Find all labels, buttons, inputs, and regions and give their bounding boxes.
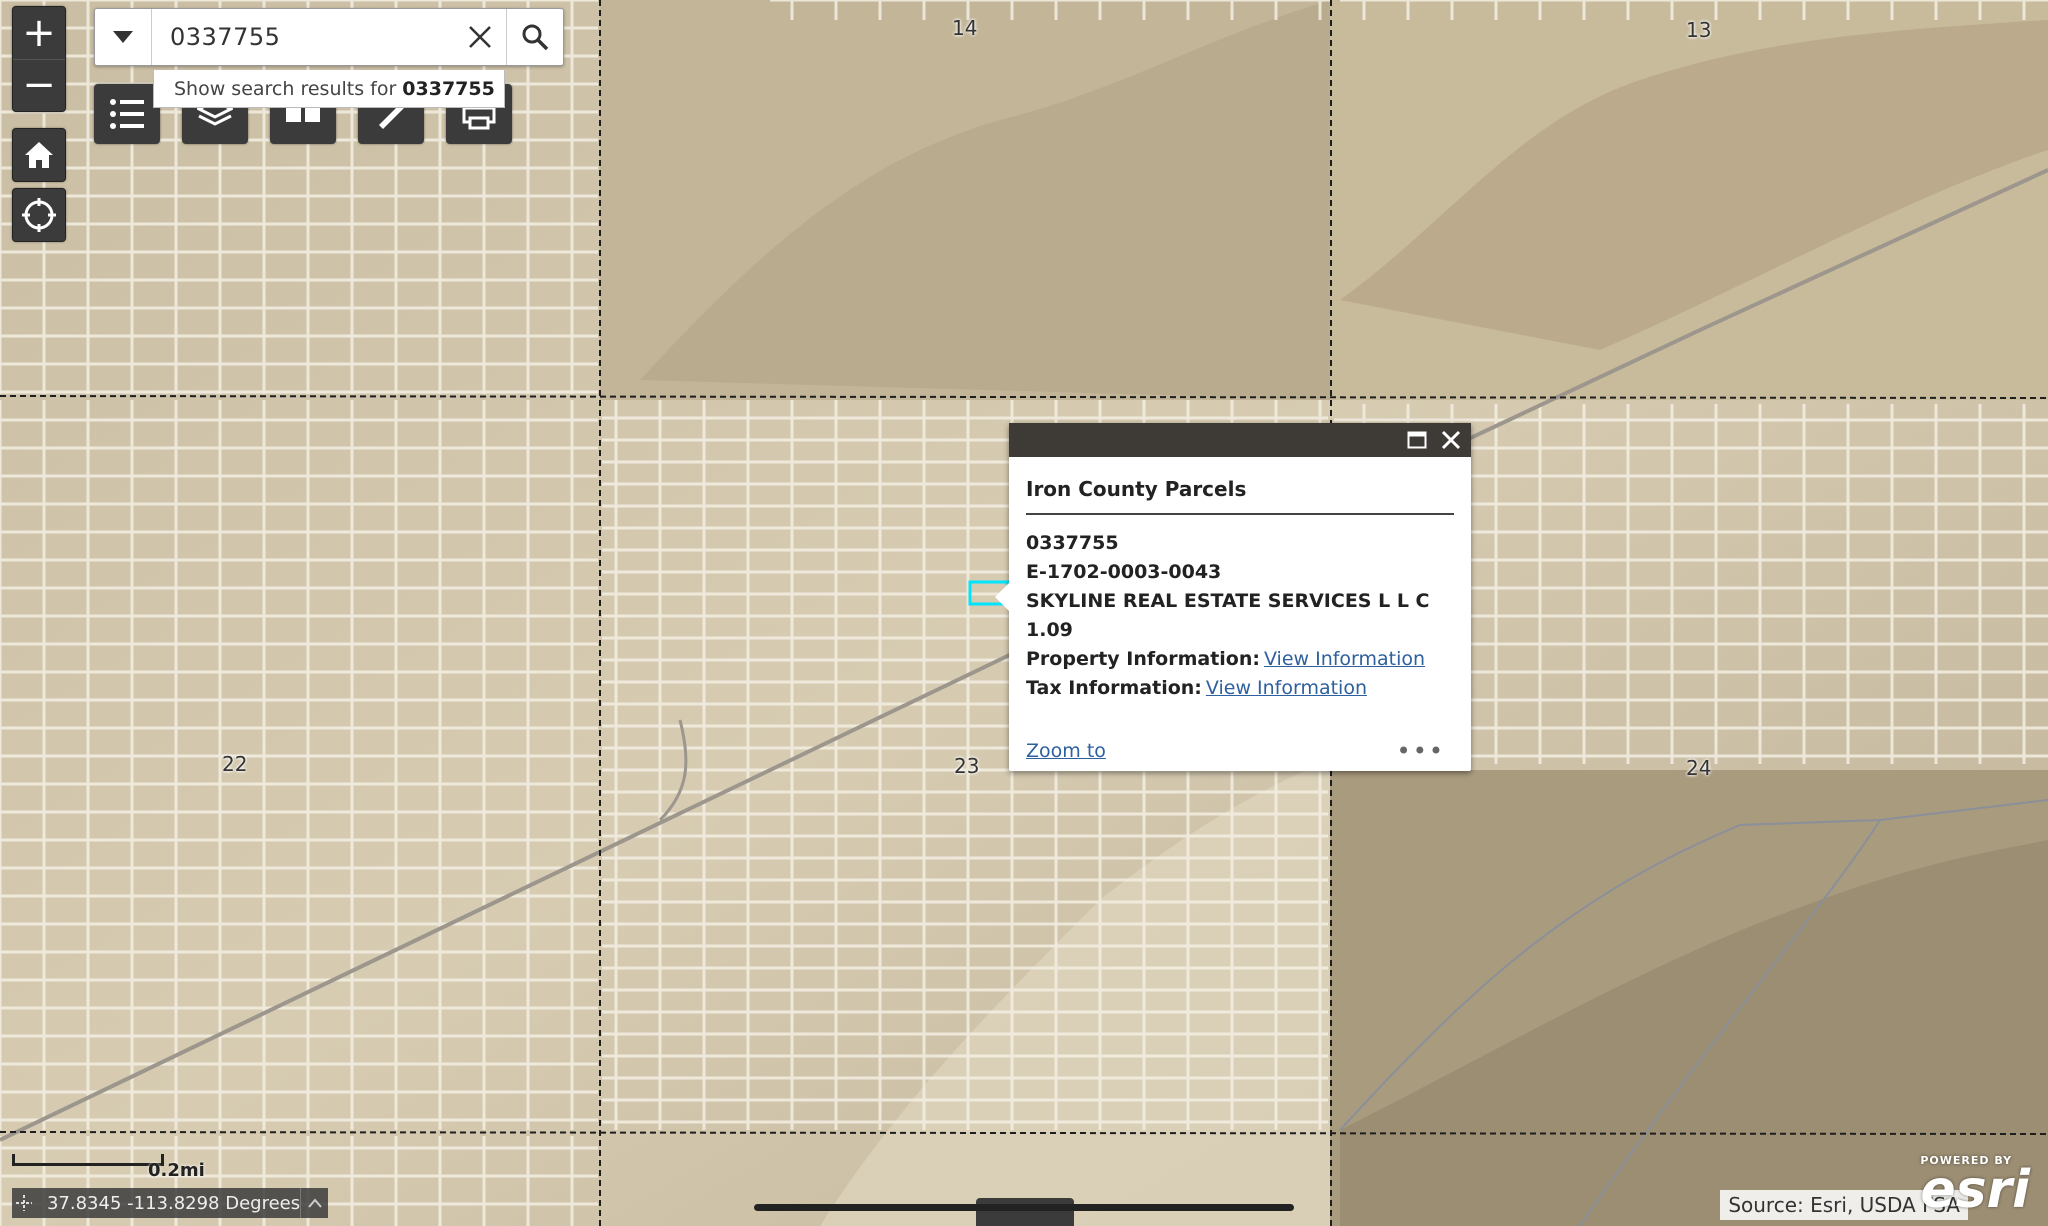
esri-logo: POWERED BY esri: [1920, 1154, 2030, 1220]
parcel-id: 0337755: [1026, 532, 1119, 554]
close-icon: [469, 26, 491, 48]
expand-coordinates-button[interactable]: [300, 1188, 328, 1218]
scale-label: 0.2mi: [148, 1160, 205, 1181]
zoom-control: + −: [12, 6, 66, 112]
locate-button[interactable]: [12, 188, 66, 242]
suggestion-prefix: Show search results for: [174, 77, 397, 100]
list-icon: [110, 99, 144, 129]
coordinate-readout: 37.8345 -113.8298 Degrees: [46, 1192, 301, 1214]
popup-pointer: [995, 583, 1009, 611]
scale-bar: [12, 1154, 164, 1166]
crosshair-icon[interactable]: [12, 1195, 37, 1211]
tax-info-label: Tax Information:: [1026, 677, 1202, 699]
account-number: E-1702-0003-0043: [1026, 561, 1222, 583]
search-source-dropdown[interactable]: [95, 9, 152, 65]
search-widget: 0337755: [94, 8, 564, 66]
clear-search-button[interactable]: [454, 9, 506, 65]
home-icon: [25, 142, 53, 168]
zoom-in-button[interactable]: +: [13, 7, 65, 59]
section-label: 22: [222, 752, 248, 776]
section-label: 13: [1686, 18, 1712, 42]
property-info-row: Property Information: View Information: [1026, 645, 1454, 674]
tax-info-row: Tax Information: View Information: [1026, 674, 1454, 703]
search-input[interactable]: 0337755: [152, 9, 454, 65]
maximize-icon[interactable]: [1407, 431, 1427, 449]
search-button[interactable]: [506, 9, 563, 65]
locate-icon: [22, 198, 56, 232]
owner-name: SKYLINE REAL ESTATE SERVICES L L C: [1026, 590, 1430, 612]
esri-logo-text: esri: [1920, 1160, 2030, 1220]
bottom-panel-handle[interactable]: [976, 1198, 1074, 1226]
property-info-link[interactable]: View Information: [1264, 648, 1425, 670]
property-info-label: Property Information:: [1026, 648, 1260, 670]
section-label: 24: [1686, 756, 1712, 780]
search-suggestion[interactable]: Show search results for 0337755: [153, 70, 505, 108]
chevron-up-icon: [307, 1198, 322, 1208]
suggestion-term: 0337755: [402, 77, 495, 100]
more-actions-button[interactable]: •••: [1397, 737, 1445, 765]
section-label: 14: [952, 16, 978, 40]
popup-header: [1009, 423, 1471, 457]
chevron-down-icon: [113, 31, 133, 43]
coordinate-widget: 37.8345 -113.8298 Degrees: [12, 1188, 328, 1218]
zoom-to-link[interactable]: Zoom to: [1026, 740, 1106, 762]
feature-popup: Iron County Parcels 0337755 E-1702-0003-…: [995, 423, 1471, 771]
section-label: 23: [954, 754, 980, 778]
search-icon: [522, 24, 549, 51]
legend-button[interactable]: [94, 84, 160, 144]
home-indicator: [754, 1204, 1294, 1211]
tax-info-link[interactable]: View Information: [1206, 677, 1367, 699]
acreage: 1.09: [1026, 619, 1073, 641]
popup-title: Iron County Parcels: [1026, 471, 1454, 515]
zoom-out-button[interactable]: −: [13, 58, 65, 112]
home-button[interactable]: [12, 128, 66, 182]
close-icon[interactable]: [1441, 430, 1461, 450]
